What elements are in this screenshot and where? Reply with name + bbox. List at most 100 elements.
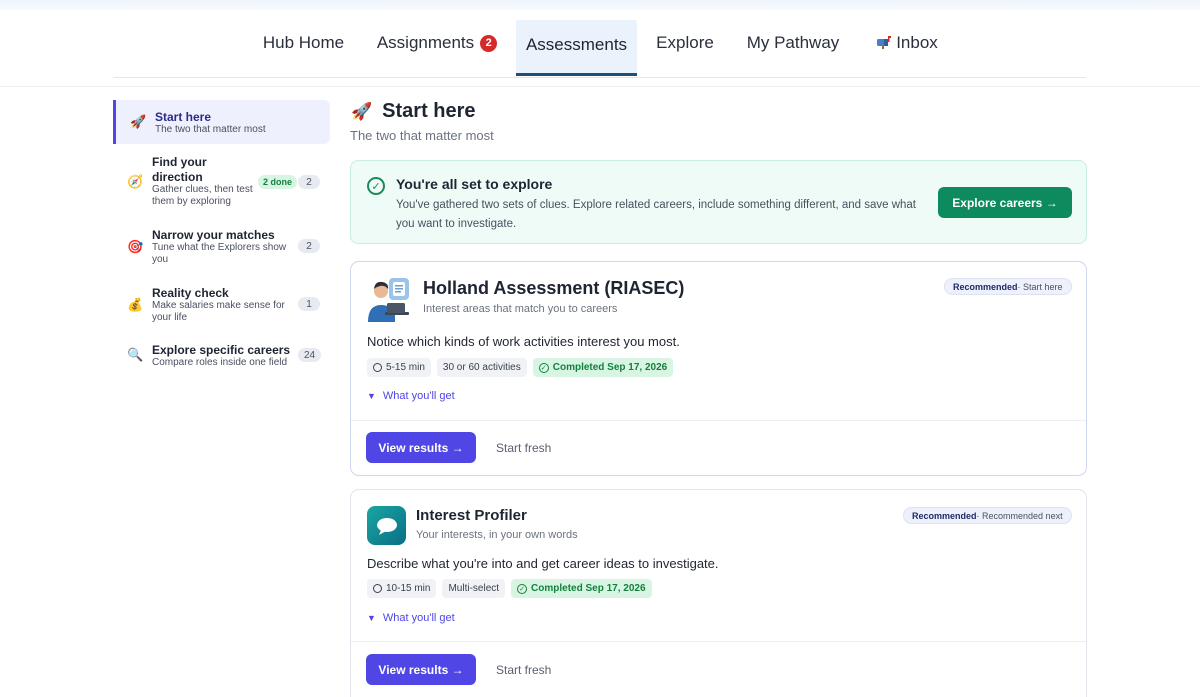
start-fresh-button[interactable]: Start fresh bbox=[496, 663, 551, 677]
sidebar-item-subtitle: them by exploring bbox=[152, 196, 231, 207]
header-divider bbox=[0, 86, 1200, 87]
sidebar-item-title: Reality check bbox=[152, 286, 229, 300]
page-title: 🚀 Start here bbox=[351, 100, 476, 123]
sidebar-item-title: Start here bbox=[155, 110, 212, 124]
toggle-label: What you'll get bbox=[382, 390, 455, 402]
rocket-icon: 🚀 bbox=[130, 114, 147, 129]
recommended-badge: Recommended · Start here bbox=[944, 278, 1072, 295]
check-circle-icon: ✓ bbox=[538, 362, 549, 373]
sidebar-item-reality-check[interactable]: 💰 Reality check Make salaries make sense… bbox=[113, 282, 330, 328]
ready-banner: ✓ You're all set to explore You've gathe… bbox=[350, 160, 1087, 244]
top-nav: Hub Home Assignments 2 Assessments Explo… bbox=[0, 10, 1200, 78]
card-meta: 10-15 min Multi-select ✓ Completed Sep 17… bbox=[367, 579, 652, 598]
count-badge: 2 bbox=[298, 239, 320, 253]
check-circle-icon: ✓ bbox=[367, 177, 385, 195]
card-description: Describe what you're into and get career… bbox=[367, 556, 719, 571]
sidebar-item-subtitle: your life bbox=[152, 312, 188, 323]
what-youll-get-toggle[interactable]: ▼ What you'll get bbox=[367, 612, 455, 624]
nav-label: Explore bbox=[656, 33, 714, 52]
sidebar-item-subtitle: Compare roles inside one field bbox=[152, 357, 288, 368]
sidebar-item-subtitle: you bbox=[152, 254, 169, 265]
banner-text: You've gathered two sets of clues. Explo… bbox=[396, 199, 917, 230]
card-divider bbox=[351, 420, 1086, 421]
card-title: Holland Assessment (RIASEC) bbox=[423, 278, 685, 298]
card-title: Interest Profiler bbox=[416, 507, 527, 524]
nav-my-pathway[interactable]: My Pathway bbox=[735, 10, 851, 76]
sidebar-item-title: Find your bbox=[152, 155, 207, 169]
speech-bubble-icon bbox=[367, 506, 406, 545]
nav-label: Assignments bbox=[376, 33, 475, 52]
status-text: Completed Sep 17, 2026 bbox=[552, 362, 668, 373]
page-title-text: Start here bbox=[382, 100, 476, 122]
view-results-button[interactable]: View results → bbox=[366, 432, 476, 463]
sidebar-item-subtitle: Make salaries make sense for bbox=[152, 300, 285, 311]
nav-explore[interactable]: Explore bbox=[646, 10, 724, 76]
sidebar-item-title: direction bbox=[152, 170, 203, 184]
duration-chip: 10-15 min bbox=[367, 579, 437, 598]
recommended-badge: Recommended · Recommended next bbox=[903, 507, 1072, 524]
card-divider bbox=[351, 641, 1086, 642]
banner-title: You're all set to explore bbox=[396, 176, 553, 192]
status-chip: ✓ Completed Sep 17, 2026 bbox=[511, 579, 652, 598]
compass-icon: 🧭 bbox=[127, 174, 144, 189]
sidebar-item-title: Narrow your matches bbox=[152, 228, 275, 242]
money-bag-icon: 💰 bbox=[127, 297, 144, 312]
nav-label: Inbox bbox=[896, 33, 938, 52]
explore-careers-button[interactable]: Explore careers → bbox=[938, 187, 1072, 218]
assessment-card-holland: Holland Assessment (RIASEC) Interest are… bbox=[350, 261, 1087, 476]
top-strip bbox=[0, 0, 1200, 10]
nav-divider bbox=[113, 77, 1086, 78]
done-badge: 2 done bbox=[258, 175, 298, 189]
chevron-down-icon: ▼ bbox=[367, 613, 376, 623]
nav-inbox[interactable]: Inbox bbox=[866, 10, 948, 76]
check-circle-icon: ✓ bbox=[517, 583, 528, 594]
duration-chip: 5-15 min bbox=[367, 358, 431, 377]
nav-hub-home[interactable]: Hub Home bbox=[250, 10, 357, 76]
chevron-down-icon: ▼ bbox=[367, 391, 376, 401]
clock-icon bbox=[373, 584, 382, 593]
view-results-button[interactable]: View results → bbox=[366, 654, 476, 685]
mailbox-icon bbox=[876, 34, 892, 52]
count-badge: 24 bbox=[298, 348, 322, 362]
recommended-label: Recommended bbox=[953, 281, 1018, 292]
card-subtitle: Your interests, in your own words bbox=[416, 529, 578, 541]
page-subtitle: The two that matter most bbox=[350, 128, 494, 143]
sidebar-item-subtitle: Tune what the Explorers show bbox=[152, 242, 287, 253]
start-fresh-button[interactable]: Start fresh bbox=[496, 441, 551, 455]
nav-assignments[interactable]: Assignments 2 bbox=[367, 10, 507, 76]
nav-label: Assessments bbox=[525, 34, 628, 54]
clock-icon bbox=[373, 363, 382, 372]
person-laptop-icon bbox=[365, 276, 413, 324]
nav-label: My Pathway bbox=[746, 33, 840, 52]
nav-label: Hub Home bbox=[262, 33, 345, 52]
status-chip: ✓ Completed Sep 17, 2026 bbox=[532, 358, 674, 377]
nav-assessments[interactable]: Assessments bbox=[516, 20, 637, 76]
toggle-label: What you'll get bbox=[382, 612, 455, 624]
target-icon: 🎯 bbox=[127, 239, 144, 254]
card-subtitle: Interest areas that match you to careers bbox=[423, 303, 618, 315]
format-chip: Multi-select bbox=[442, 579, 506, 598]
duration-text: 5-15 min bbox=[386, 362, 425, 373]
sidebar-item-start-here[interactable]: 🚀 Start here The two that matter most bbox=[113, 100, 330, 144]
card-meta: 5-15 min 30 or 60 activities ✓ Completed … bbox=[367, 358, 674, 377]
count-badge: 2 bbox=[298, 175, 320, 189]
what-youll-get-toggle[interactable]: ▼ What you'll get bbox=[367, 390, 455, 402]
sidebar-item-subtitle: Gather clues, then test bbox=[152, 184, 253, 195]
count-badge: 1 bbox=[298, 297, 320, 311]
sidebar-item-title: Explore specific careers bbox=[152, 343, 291, 357]
format-chip: 30 or 60 activities bbox=[436, 358, 527, 377]
magnifier-icon: 🔍 bbox=[127, 347, 144, 362]
sidebar-item-narrow-matches[interactable]: 🎯 Narrow your matches Tune what the Expl… bbox=[113, 224, 330, 270]
duration-text: 10-15 min bbox=[386, 583, 431, 594]
recommended-label: Recommended bbox=[912, 510, 977, 521]
sidebar-item-explore-careers[interactable]: 🔍 Explore specific careers Compare roles… bbox=[113, 340, 330, 374]
card-description: Notice which kinds of work activities in… bbox=[367, 334, 680, 349]
notification-badge: 2 bbox=[480, 34, 498, 52]
recommended-note: · Start here bbox=[1017, 281, 1063, 292]
assessment-card-interest-profiler: Interest Profiler Your interests, in you… bbox=[350, 489, 1087, 697]
status-text: Completed Sep 17, 2026 bbox=[531, 583, 646, 594]
recommended-note: · Recommended next bbox=[976, 510, 1063, 521]
sidebar-item-find-direction[interactable]: 🧭 Find your direction Gather clues, then… bbox=[113, 150, 330, 212]
rocket-icon: 🚀 bbox=[351, 101, 373, 121]
sidebar-item-subtitle: The two that matter most bbox=[155, 124, 266, 135]
